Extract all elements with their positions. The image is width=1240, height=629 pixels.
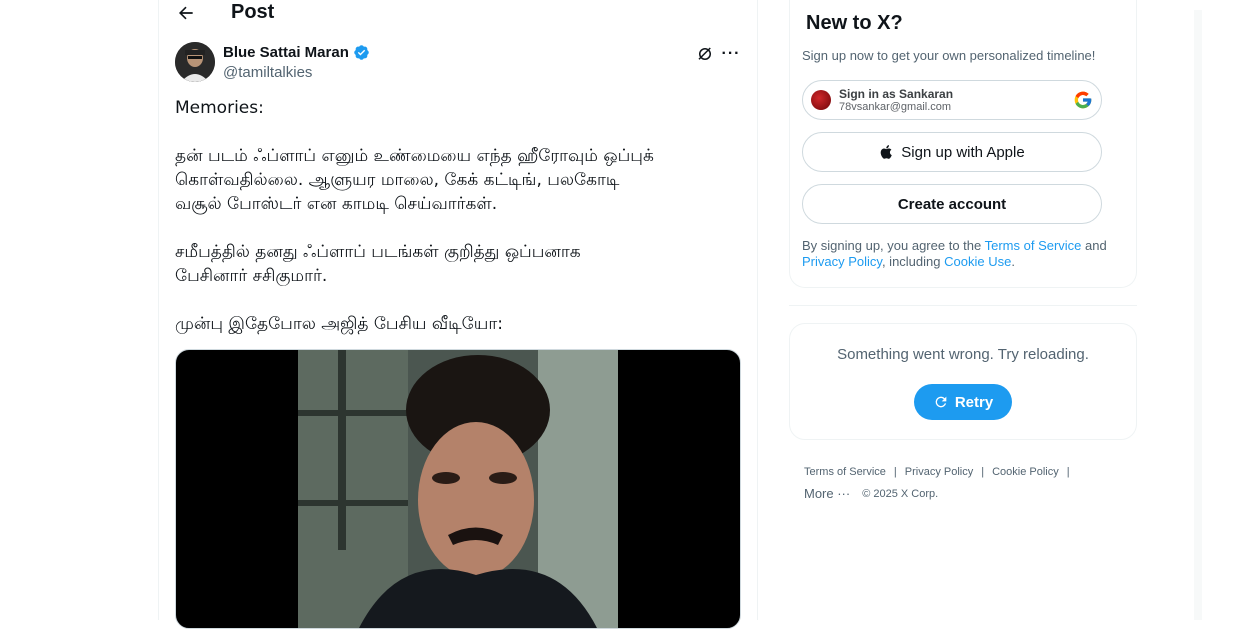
footer-separator: | [981,466,985,478]
author-name[interactable]: Blue Sattai Maran [223,44,349,61]
tweet-video[interactable] [175,349,741,629]
signup-subtitle: Sign up now to get your own personalized… [802,48,1096,63]
page-title: Post [231,1,275,23]
author-handle[interactable]: @tamiltalkies [223,64,312,81]
apple-signup-button[interactable]: Sign up with Apple [802,132,1102,172]
refresh-icon [935,396,947,408]
sidebar-footer: Terms of Service | Privacy Policy | Cook… [804,461,1124,505]
verified-badge-icon [354,45,369,60]
page-scrollbar[interactable] [1194,10,1202,620]
google-account-name: Sign in as Sankaran [839,87,954,101]
footer-more-button[interactable]: More ··· [804,483,850,505]
more-options-icon[interactable]: ··· [720,43,742,65]
footer-cookie-link[interactable]: Cookie Policy [992,461,1059,483]
video-frame [298,350,618,628]
create-account-label: Create account [897,195,1007,213]
tweet-line: தன் படம் ஃப்ளாப் எனும் உண்மையை எந்த ஹீரோ… [175,146,654,166]
retry-label: Retry [954,393,994,411]
post-header: Post [159,0,757,32]
legal-text: and [1081,238,1107,253]
google-logo-icon [1074,91,1092,109]
apple-icon [880,145,893,159]
signup-legal-text: By signing up, you agree to the Terms of… [802,238,1122,270]
footer-separator: | [893,466,897,478]
footer-terms-link[interactable]: Terms of Service [804,461,886,483]
cookie-use-link[interactable]: Cookie Use [944,254,1011,269]
right-column-border [757,0,758,620]
grok-icon[interactable] [694,43,716,65]
sidebar-divider [789,305,1137,306]
legal-text: , including [881,254,945,269]
privacy-policy-link[interactable]: Privacy Policy [802,254,882,269]
tweet-line: Memories: [175,98,264,118]
retry-button[interactable]: Retry [914,384,1012,420]
author-avatar[interactable] [175,42,215,82]
legal-text: . [1011,254,1015,269]
copyright-text: © 2025 X Corp. [862,488,939,500]
terms-of-service-link[interactable]: Terms of Service [985,238,1082,253]
tweet-line: முன்பு இதேபோல அஜித் பேசிய வீடியோ: [175,314,503,334]
tweet-line: கொள்வதில்லை. ஆளுயர மாலை, கேக் கட்டிங், ப… [175,170,620,190]
left-column-border [158,0,159,620]
tweet-line: பேசினார் சசிகுமார். [175,266,328,286]
trends-error-card: Something went wrong. Try reloading. Ret… [789,323,1137,440]
google-account-email: 78vsankar@gmail.com [839,101,952,113]
error-message: Something went wrong. Try reloading. [837,346,1089,363]
google-signin-button[interactable]: Sign in as Sankaran 78vsankar@gmail.com [802,80,1102,120]
tweet-text: Memories: தன் படம் ஃப்ளாப் எனும் உண்மையை… [175,96,741,336]
tweet-line: வசூல் போஸ்டர் என காமடி செய்வார்கள். [175,194,498,214]
signup-card: New to X? Sign up now to get your own pe… [789,0,1137,288]
google-account-avatar [811,90,831,110]
apple-signup-label: Sign up with Apple [901,143,1025,161]
create-account-button[interactable]: Create account [802,184,1102,224]
signup-title: New to X? [806,12,903,34]
back-arrow-icon[interactable] [173,0,199,26]
footer-privacy-link[interactable]: Privacy Policy [905,461,973,483]
legal-text: By signing up, you agree to the [802,238,985,253]
footer-separator: | [1066,466,1070,478]
tweet-line: சமீபத்தில் தனது ஃப்ளாப் படங்கள் குறித்து… [175,242,581,262]
